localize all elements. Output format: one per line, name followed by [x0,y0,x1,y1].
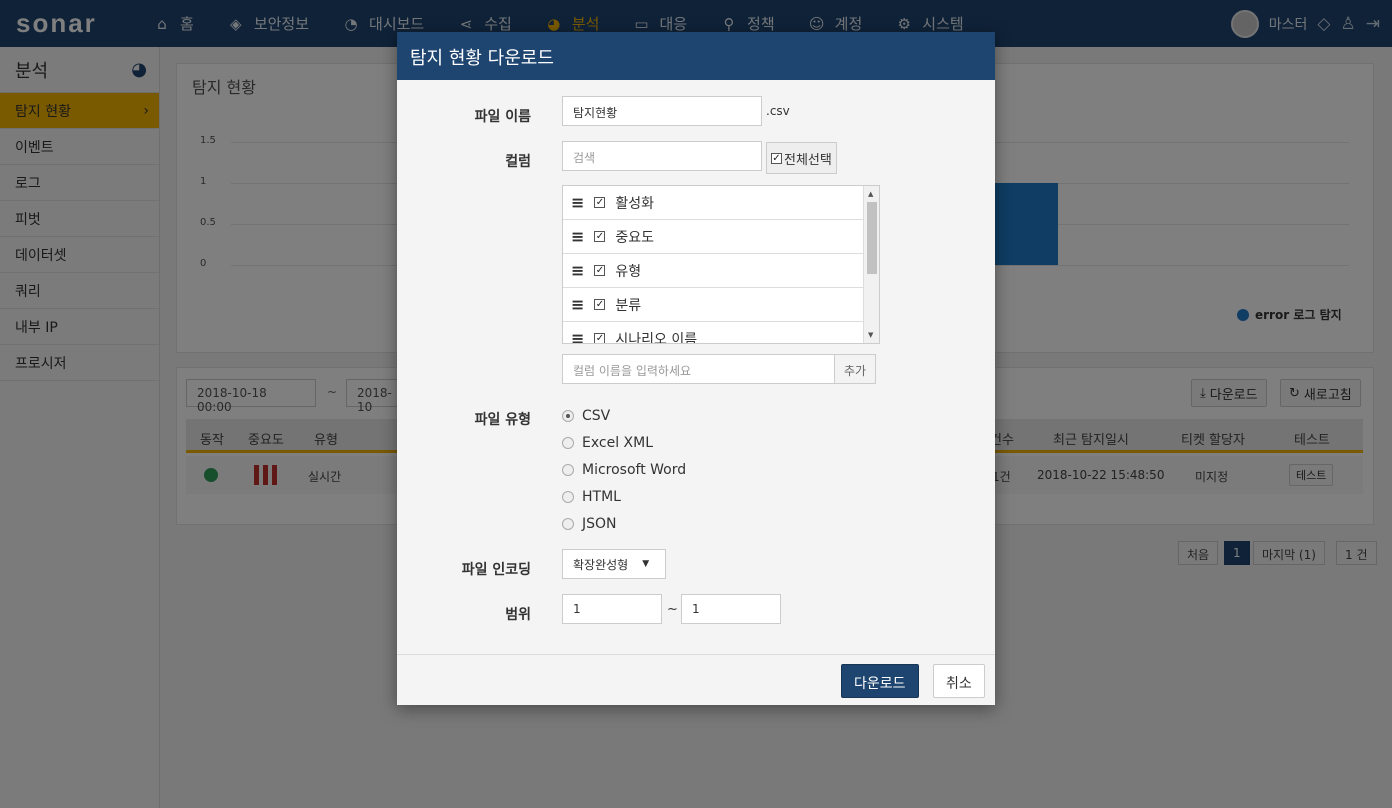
column-checkbox[interactable]: ✓ [594,333,606,343]
modal-title: 탐지 현황 다운로드 [397,32,995,80]
scroll-thumb[interactable] [867,202,877,274]
encoding-value: 확장완성형 [573,557,629,572]
drag-handle-icon[interactable]: ≡ [571,329,584,343]
scroll-down-icon[interactable]: ▼ [868,331,873,339]
filetype-option-label: Excel XML [582,435,654,451]
add-column-button[interactable]: 추가 [834,354,877,384]
checkbox-icon: ✓ [771,152,782,164]
filetype-option[interactable]: CSV [562,408,610,424]
column-row[interactable]: ≡ ✓ 유형 [563,254,863,288]
encoding-select[interactable]: 확장완성형 ▼ [562,549,666,579]
drag-handle-icon[interactable]: ≡ [571,295,584,314]
column-row[interactable]: ≡ ✓ 중요도 [563,220,863,254]
filetype-option-label: CSV [582,408,611,424]
filetype-option[interactable]: JSON [562,516,617,532]
column-list[interactable]: ≡ ✓ 활성화 ≡ ✓ 중요도 ≡ ✓ 유형 ≡ ✓ 분류 ≡ ✓ 시나리오 이름 ▲ ▼ [562,185,880,344]
column-row-label: 분류 [615,297,642,314]
column-row-label: 시나리오 이름 [615,331,698,344]
column-rows: ≡ ✓ 활성화 ≡ ✓ 중요도 ≡ ✓ 유형 ≡ ✓ 분류 ≡ ✓ 시나리오 이름 [563,186,879,344]
drag-handle-icon[interactable]: ≡ [571,261,584,280]
range-label: 범위 [505,607,531,623]
column-checkbox[interactable]: ✓ [594,231,606,242]
column-row[interactable]: ≡ ✓ 분류 [563,288,863,322]
column-row-label: 활성화 [615,195,655,212]
filetype-option-label: JSON [582,516,617,532]
column-list-scrollbar[interactable]: ▲ ▼ [863,186,879,343]
select-all-button[interactable]: ✓ 전체선택 [766,142,837,174]
radio-button[interactable] [562,464,574,476]
column-name-input[interactable]: 컬럼 이름을 입력하세요 [562,354,835,384]
column-checkbox[interactable]: ✓ [594,197,606,208]
filetype-option-label: HTML [582,489,621,505]
filename-label: 파일 이름 [474,109,531,125]
filetype-option[interactable]: Excel XML [562,435,653,451]
radio-button[interactable] [562,437,574,449]
chevron-down-icon: ▼ [642,559,650,569]
column-label: 컬럼 [505,154,531,170]
scroll-up-icon[interactable]: ▲ [868,190,873,198]
filetype-option-label: Microsoft Word [582,462,687,478]
column-checkbox[interactable]: ✓ [594,265,606,276]
range-to-input[interactable]: 1 [681,594,781,624]
column-row-label: 유형 [615,263,642,280]
modal-cancel-button[interactable]: 취소 [933,664,985,698]
drag-handle-icon[interactable]: ≡ [571,227,584,246]
column-checkbox[interactable]: ✓ [594,299,606,310]
range-separator: ~ [667,602,678,617]
column-search-input[interactable]: 검색 [562,141,762,171]
filetype-option[interactable]: HTML [562,489,621,505]
column-row[interactable]: ≡ ✓ 활성화 [563,186,863,220]
column-row[interactable]: ≡ ✓ 시나리오 이름 [563,322,863,344]
range-from-input[interactable]: 1 [562,594,662,624]
radio-button[interactable] [562,410,574,422]
select-all-label: 전체선택 [784,152,832,168]
radio-button[interactable] [562,518,574,530]
download-modal: 탐지 현황 다운로드 파일 이름 탐지현황 .csv 컬럼 검색 ✓ 전체선택 … [397,32,995,705]
filetype-label: 파일 유형 [474,412,531,428]
modal-footer: 다운로드 취소 [397,654,995,705]
filetype-option[interactable]: Microsoft Word [562,462,686,478]
filename-input[interactable]: 탐지현황 [562,96,762,126]
radio-button[interactable] [562,491,574,503]
filename-suffix: .csv [766,104,790,118]
column-row-label: 중요도 [615,229,655,246]
modal-download-button[interactable]: 다운로드 [841,664,919,698]
encoding-label: 파일 인코딩 [461,562,531,578]
drag-handle-icon[interactable]: ≡ [571,193,584,212]
